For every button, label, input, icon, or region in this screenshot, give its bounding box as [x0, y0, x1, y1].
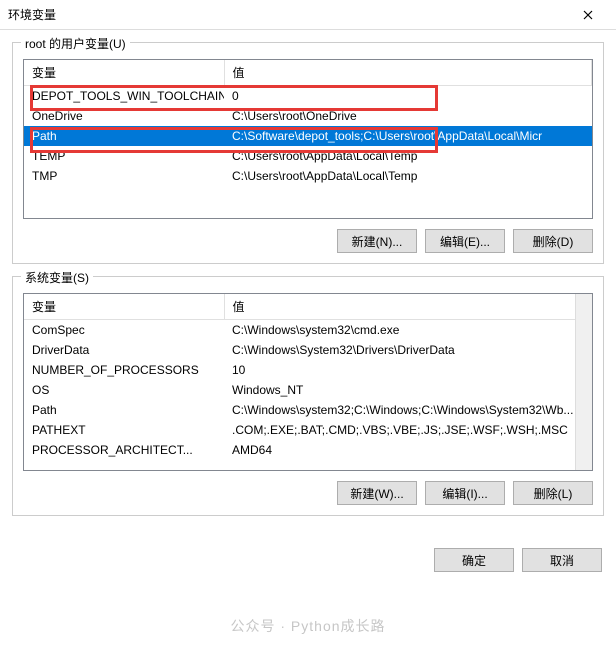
delete-user-var-button[interactable]: 删除(D): [513, 229, 593, 253]
table-row[interactable]: PathC:\Windows\system32;C:\Windows;C:\Wi…: [24, 400, 592, 420]
close-icon: [583, 10, 593, 20]
user-vars-table[interactable]: 变量 值 DEPOT_TOOLS_WIN_TOOLCHAIN0 OneDrive…: [24, 60, 592, 186]
watermark: 公众号 · Python成长路: [0, 616, 616, 636]
user-vars-table-wrap: 变量 值 DEPOT_TOOLS_WIN_TOOLCHAIN0 OneDrive…: [23, 59, 593, 219]
system-vars-buttons: 新建(W)... 编辑(I)... 删除(L): [23, 481, 593, 505]
edit-user-var-button[interactable]: 编辑(E)...: [425, 229, 505, 253]
col-header-value[interactable]: 值: [224, 294, 592, 320]
delete-sys-var-button[interactable]: 删除(L): [513, 481, 593, 505]
table-row[interactable]: PROCESSOR_ARCHITECT...AMD64: [24, 440, 592, 460]
table-row[interactable]: DriverDataC:\Windows\System32\Drivers\Dr…: [24, 340, 592, 360]
table-row[interactable]: OSWindows_NT: [24, 380, 592, 400]
system-vars-group: 系统变量(S) 变量 值 ComSpecC:\Windows\system32\…: [12, 276, 604, 516]
system-vars-table[interactable]: 变量 值 ComSpecC:\Windows\system32\cmd.exe …: [24, 294, 592, 460]
new-sys-var-button[interactable]: 新建(W)...: [337, 481, 417, 505]
new-user-var-button[interactable]: 新建(N)...: [337, 229, 417, 253]
edit-sys-var-button[interactable]: 编辑(I)...: [425, 481, 505, 505]
table-row[interactable]: OneDriveC:\Users\root\OneDrive: [24, 106, 592, 126]
col-header-value[interactable]: 值: [224, 60, 592, 86]
dialog-buttons: 确定 取消: [0, 540, 616, 580]
table-row[interactable]: DEPOT_TOOLS_WIN_TOOLCHAIN0: [24, 86, 592, 107]
table-row[interactable]: TMPC:\Users\root\AppData\Local\Temp: [24, 166, 592, 186]
col-header-name[interactable]: 变量: [24, 294, 224, 320]
user-vars-label: root 的用户变量(U): [21, 35, 130, 52]
user-vars-group: root 的用户变量(U) 变量 值 DEPOT_TOOLS_WIN_TOOLC…: [12, 42, 604, 264]
table-row[interactable]: ComSpecC:\Windows\system32\cmd.exe: [24, 320, 592, 341]
close-button[interactable]: [568, 0, 608, 30]
window-title: 环境变量: [8, 6, 568, 23]
user-vars-buttons: 新建(N)... 编辑(E)... 删除(D): [23, 229, 593, 253]
titlebar: 环境变量: [0, 0, 616, 30]
table-row[interactable]: TEMPC:\Users\root\AppData\Local\Temp: [24, 146, 592, 166]
table-row[interactable]: NUMBER_OF_PROCESSORS10: [24, 360, 592, 380]
cancel-button[interactable]: 取消: [522, 548, 602, 572]
table-row[interactable]: PATHEXT.COM;.EXE;.BAT;.CMD;.VBS;.VBE;.JS…: [24, 420, 592, 440]
system-vars-label: 系统变量(S): [21, 269, 93, 286]
ok-button[interactable]: 确定: [434, 548, 514, 572]
table-row[interactable]: PathC:\Software\depot_tools;C:\Users\roo…: [24, 126, 592, 146]
system-vars-table-wrap: 变量 值 ComSpecC:\Windows\system32\cmd.exe …: [23, 293, 593, 471]
scrollbar[interactable]: [575, 294, 592, 470]
col-header-name[interactable]: 变量: [24, 60, 224, 86]
